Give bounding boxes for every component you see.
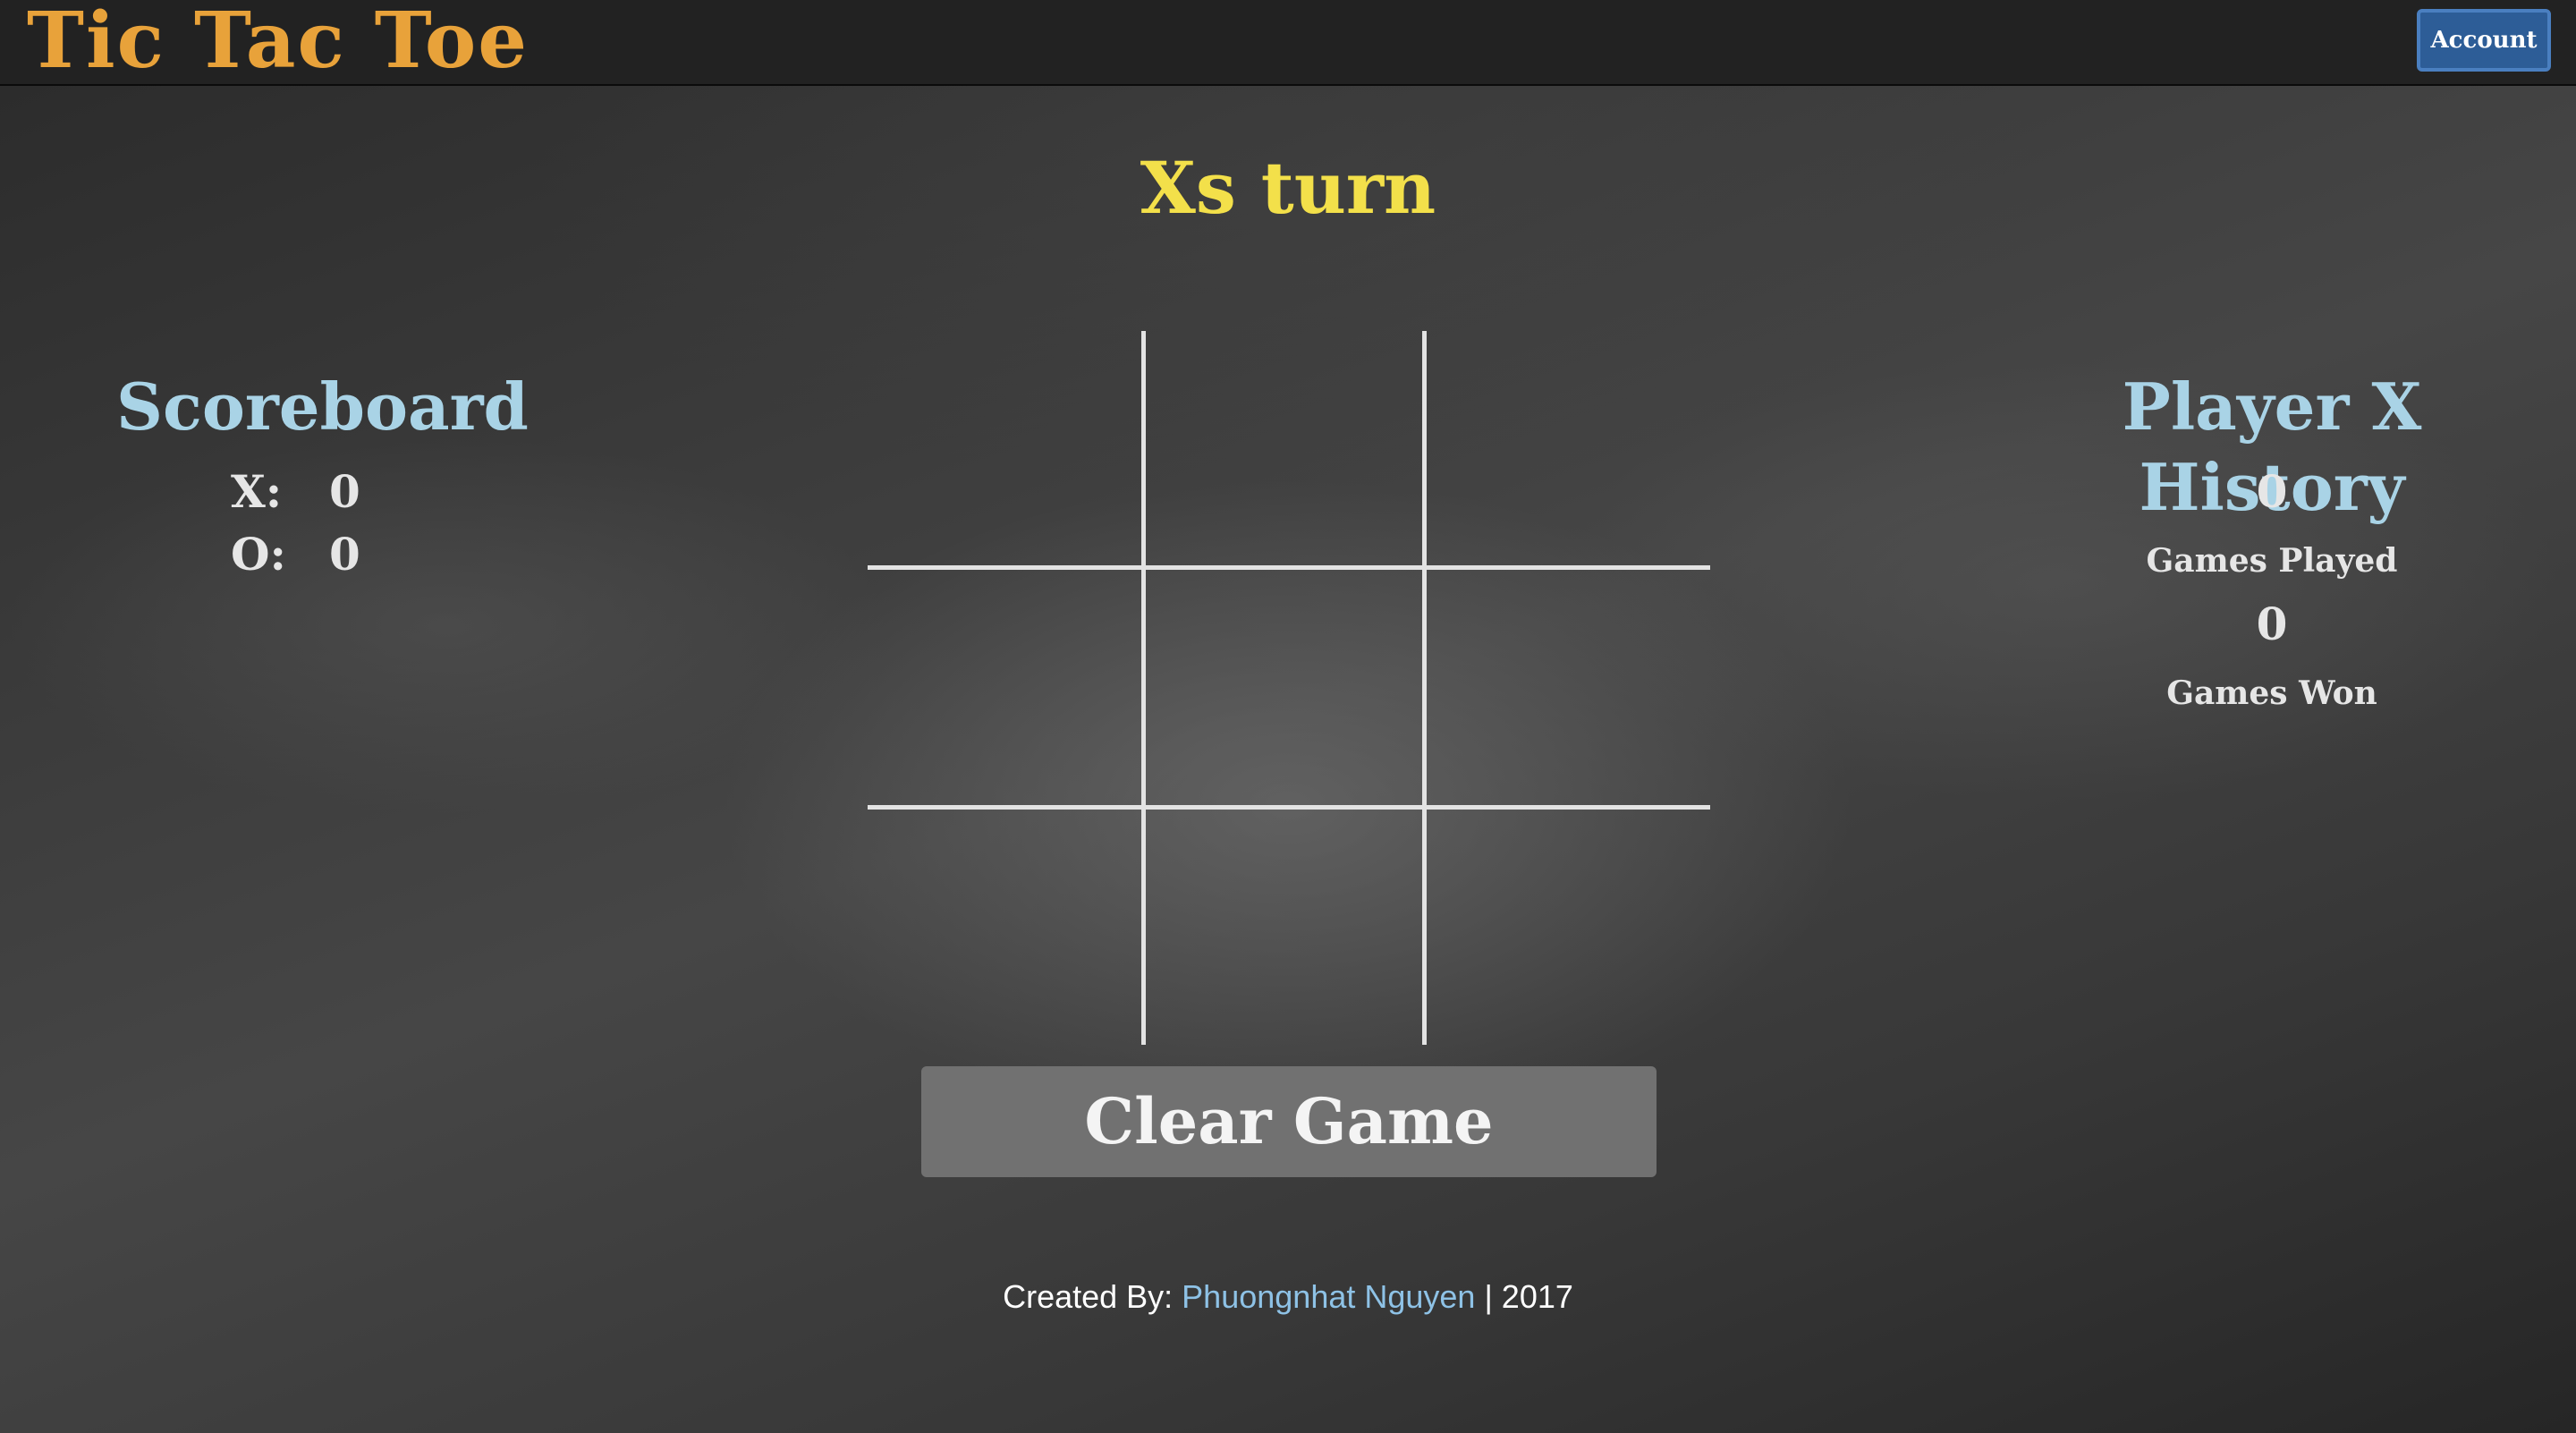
clear-game-button[interactable]: Clear Game: [921, 1066, 1657, 1177]
footer-prefix: Created By:: [1003, 1278, 1182, 1315]
navbar: Tic Tac Toe Account: [0, 0, 2576, 86]
games-played-label: Games Played: [2146, 542, 2398, 580]
board-cell-3[interactable]: [1422, 331, 1710, 567]
board-cell-4[interactable]: [868, 567, 1143, 807]
board-cell-9[interactable]: [1422, 807, 1710, 1045]
games-won-label: Games Won: [2166, 674, 2377, 712]
score-row-o: O: 0: [231, 528, 410, 581]
board-cell-2[interactable]: [1143, 331, 1422, 567]
score-label-o: O:: [231, 528, 287, 581]
board-cell-5[interactable]: [1143, 567, 1422, 807]
board-cell-1[interactable]: [868, 331, 1143, 567]
board-cell-8[interactable]: [1143, 807, 1422, 1045]
board-grid-line-horizontal-1: [868, 565, 1710, 570]
brand-title[interactable]: Tic Tac Toe: [27, 0, 529, 86]
score-label-x: X:: [231, 465, 283, 518]
footer: Created By: Phuongnhat Nguyen | 2017: [0, 1270, 2576, 1324]
footer-suffix: | 2017: [1475, 1278, 1573, 1315]
score-value-x: 0: [329, 465, 360, 518]
turn-indicator: Xs turn: [1140, 146, 1436, 230]
board-grid-line-vertical-2: [1422, 331, 1427, 1045]
games-played-count: 0: [2256, 465, 2288, 518]
game-board: [868, 331, 1710, 1045]
scoreboard-title: Scoreboard: [116, 369, 529, 445]
games-won-count: 0: [2256, 598, 2288, 650]
board-cell-7[interactable]: [868, 807, 1143, 1045]
account-button[interactable]: Account: [2417, 9, 2551, 72]
board-cell-6[interactable]: [1422, 567, 1710, 807]
board-grid-line-horizontal-2: [868, 805, 1710, 810]
author-link[interactable]: Phuongnhat Nguyen: [1182, 1278, 1475, 1315]
score-value-o: 0: [329, 528, 360, 581]
board-grid-line-vertical-1: [1141, 331, 1146, 1045]
score-row-x: X: 0: [231, 465, 410, 519]
